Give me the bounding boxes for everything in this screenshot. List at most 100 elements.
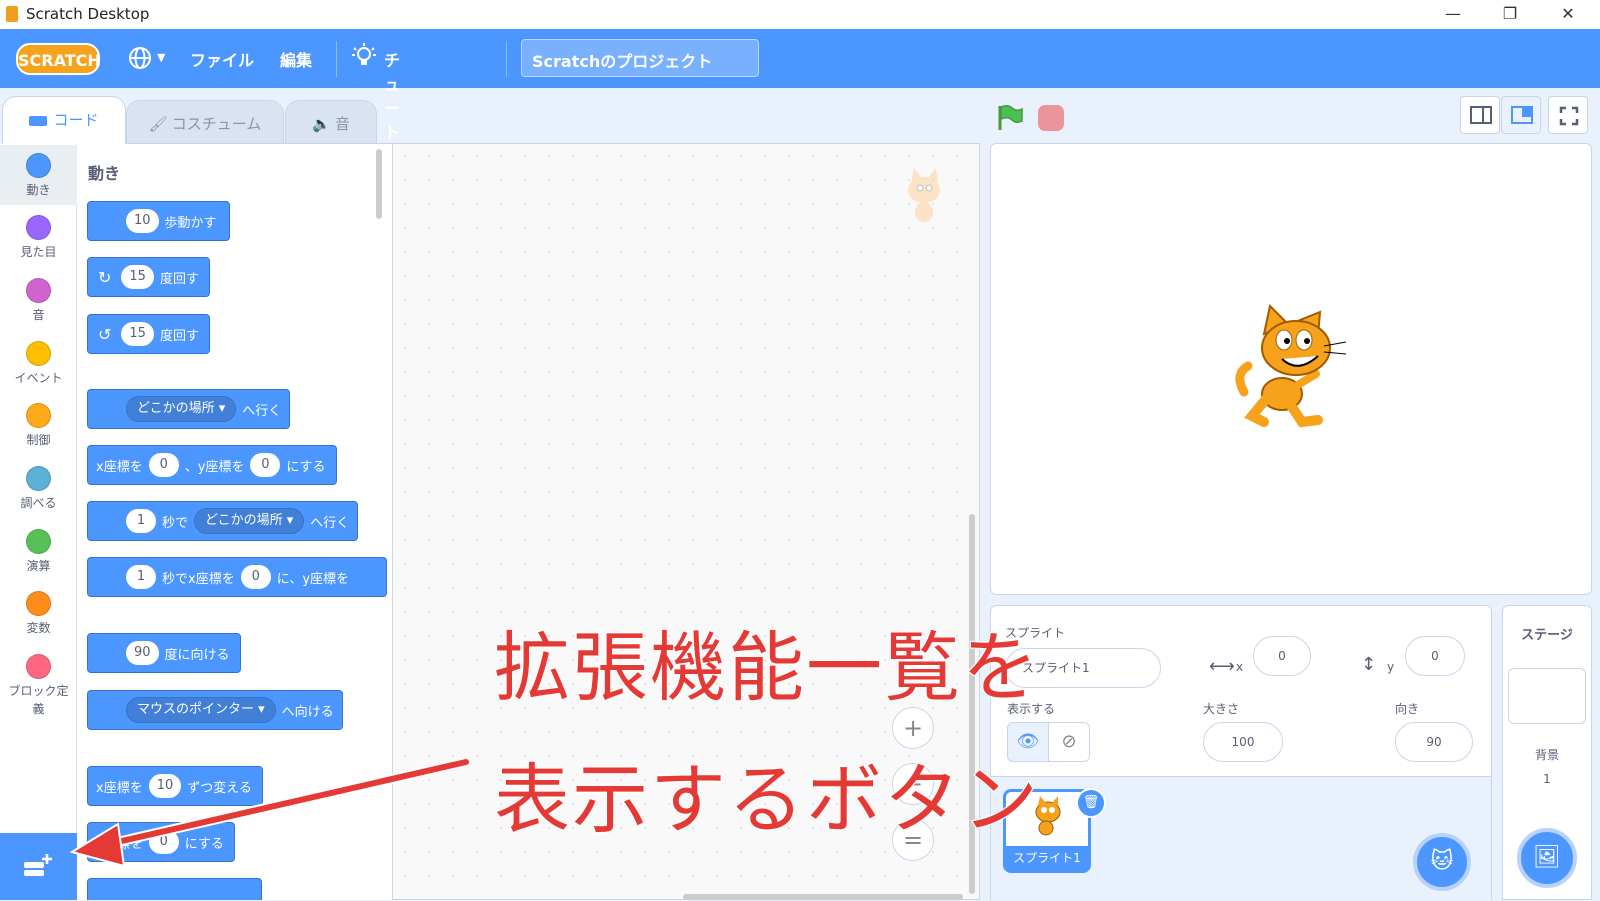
small-stage-button[interactable] — [1460, 96, 1500, 134]
choose-backdrop-button[interactable]: 🖼 — [1517, 828, 1577, 888]
green-flag-icon[interactable] — [996, 104, 1024, 132]
fullscreen-icon — [1559, 106, 1579, 126]
block-input[interactable]: 0 — [148, 453, 179, 477]
tab-costumes[interactable]: 🖌 コスチューム — [126, 100, 284, 144]
direction-input[interactable]: 90 — [1395, 722, 1473, 762]
choose-sprite-button[interactable]: 🐱 — [1413, 833, 1471, 891]
block-input[interactable]: 10 — [148, 774, 182, 798]
block-change-x[interactable]: x座標を 10 ずつ変える — [87, 766, 263, 806]
block-partial[interactable] — [87, 878, 262, 900]
app-icon — [6, 6, 18, 22]
menu-divider — [336, 41, 337, 77]
block-input[interactable]: 15 — [121, 265, 154, 289]
block-turn-left[interactable]: ↺ 15 度回す — [87, 314, 210, 354]
hide-sprite-button[interactable]: ⊘ — [1048, 722, 1090, 762]
category-label: 動き — [26, 183, 51, 197]
workspace-scrollbar-horizontal[interactable] — [683, 894, 963, 900]
stage-selector[interactable]: ステージ 背景 1 🖼 — [1502, 605, 1592, 900]
lightbulb-icon — [352, 43, 376, 65]
sprite-info-pane: スプライト スプライト1 ⟷ x 0 ↕ y 0 表示する 👁 ⊘ 大きさ 10… — [990, 605, 1492, 901]
category-label: 見た目 — [20, 245, 57, 259]
block-text: 度回す — [159, 328, 199, 344]
block-point-towards[interactable]: マウスのポインター ▾ へ向ける — [87, 690, 343, 730]
block-text: にする — [184, 836, 224, 852]
category-dot — [26, 341, 51, 366]
block-move-steps[interactable]: 10 歩動かす — [87, 201, 230, 241]
tab-code[interactable]: コード — [2, 96, 126, 144]
file-menu[interactable]: ファイル — [190, 47, 254, 71]
y-input[interactable]: 0 — [1405, 636, 1465, 676]
block-input[interactable]: 0 — [148, 830, 179, 854]
language-menu[interactable]: ▼ — [127, 45, 171, 71]
block-go-to[interactable]: どこかの場所 ▾ へ行く — [87, 389, 291, 429]
image-plus-icon: 🖼 — [1533, 845, 1561, 870]
add-extension-icon — [24, 854, 52, 876]
category-operators[interactable]: 演算 — [0, 527, 77, 587]
category-label: 変数 — [26, 621, 51, 635]
block-dropdown[interactable]: マウスのポインター ▾ — [126, 697, 276, 723]
fullscreen-button[interactable] — [1548, 96, 1588, 134]
block-text: ずつ変える — [187, 780, 252, 796]
trash-icon: 🗑 — [1082, 795, 1100, 810]
block-text: 秒でx座標を — [162, 571, 235, 587]
category-events[interactable]: イベント — [0, 339, 77, 399]
stage-thumbnail[interactable] — [1508, 668, 1586, 724]
category-dot — [26, 591, 51, 616]
category-sensing[interactable]: 調べる — [0, 464, 77, 524]
project-title-input[interactable]: Scratchのプロジェクト — [521, 39, 759, 77]
block-input[interactable]: 90 — [126, 641, 159, 665]
menu-divider — [506, 41, 507, 77]
block-glide-to[interactable]: 1 秒で どこかの場所 ▾ へ行く — [87, 501, 359, 541]
category-dot — [26, 654, 51, 679]
category-control[interactable]: 制御 — [0, 401, 77, 461]
block-text: へ向ける — [281, 704, 334, 720]
tab-sounds[interactable]: 🔈 音 — [285, 100, 377, 144]
block-glide-xy[interactable]: 1 秒でx座標を 0 に、y座標を — [87, 557, 387, 597]
category-my-blocks[interactable]: ブロック定義 — [0, 652, 77, 728]
globe-icon — [129, 47, 151, 69]
category-dot — [26, 529, 51, 554]
stage-canvas[interactable] — [990, 143, 1592, 595]
block-input[interactable]: 1 — [126, 565, 156, 589]
block-point-direction[interactable]: 90 度に向ける — [87, 633, 241, 673]
close-window-button[interactable]: ✕ — [1553, 4, 1583, 23]
add-extension-button[interactable] — [0, 833, 77, 900]
annotation-line-2: 表示するボタン — [493, 754, 1040, 845]
block-input[interactable]: 10 — [126, 209, 159, 233]
block-input[interactable]: 0 — [240, 565, 271, 589]
block-turn-right[interactable]: ↻ 15 度回す — [87, 257, 210, 297]
category-label: ブロック定義 — [8, 684, 69, 716]
block-set-x[interactable]: x座標を 0 にする — [87, 822, 235, 862]
edit-menu[interactable]: 編集 — [280, 47, 312, 71]
brush-icon: 🖌 — [148, 115, 168, 133]
size-input[interactable]: 100 — [1203, 722, 1283, 762]
block-input[interactable]: 1 — [126, 509, 156, 533]
x-input[interactable]: 0 — [1253, 636, 1311, 676]
category-looks[interactable]: 見た目 — [0, 213, 77, 273]
large-stage-button[interactable] — [1501, 96, 1541, 134]
delete-sprite-button[interactable]: 🗑 — [1076, 788, 1106, 818]
window-title: Scratch Desktop — [26, 5, 150, 23]
maximize-button[interactable]: ❐ — [1495, 4, 1525, 23]
category-sound[interactable]: 音 — [0, 276, 77, 336]
block-dropdown[interactable]: どこかの場所 ▾ — [126, 396, 237, 422]
stop-button[interactable] — [1038, 105, 1064, 131]
category-dot — [26, 278, 51, 303]
sprite-cat[interactable] — [1234, 304, 1354, 434]
block-dropdown[interactable]: どこかの場所 ▾ — [194, 508, 305, 534]
scratch-logo[interactable]: SCRATCH — [16, 43, 101, 75]
block-go-to-xy[interactable]: x座標を 0 、y座標を 0 にする — [87, 445, 337, 485]
block-input[interactable]: 0 — [250, 453, 281, 477]
block-text: 秒で — [162, 515, 189, 531]
eye-slash-icon: ⊘ — [1061, 731, 1077, 752]
category-variables[interactable]: 変数 — [0, 589, 77, 649]
minimize-button[interactable]: — — [1438, 4, 1468, 23]
category-motion[interactable]: 動き — [0, 145, 77, 205]
category-dot — [26, 466, 51, 491]
x-label: x — [1236, 660, 1244, 674]
block-input[interactable]: 15 — [121, 322, 154, 346]
palette-scrollbar[interactable] — [376, 149, 382, 219]
y-label: y — [1387, 660, 1395, 674]
rotate-left-icon: ↺ — [98, 324, 112, 344]
block-text: 度に向ける — [164, 647, 230, 663]
